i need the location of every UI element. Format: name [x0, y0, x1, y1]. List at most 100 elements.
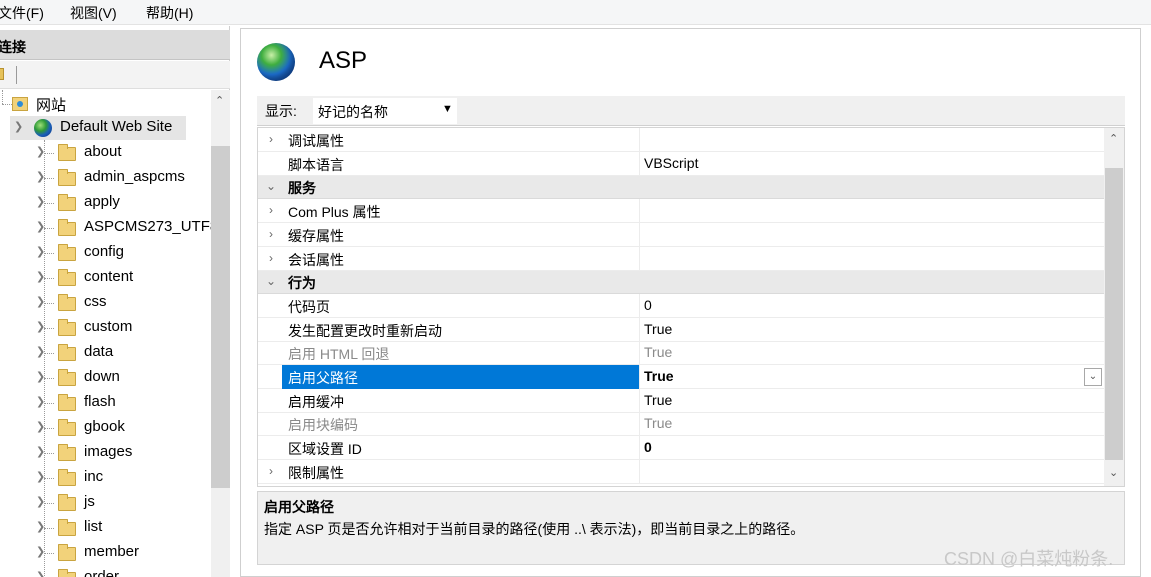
tree-node-label: admin_aspcms [84, 168, 185, 185]
property-value[interactable]: 0 [644, 439, 652, 455]
property-category[interactable]: ⌄ 行为 [258, 270, 1104, 295]
connect-folder-icon[interactable] [0, 68, 4, 80]
property-name: 调试属性 [288, 133, 344, 149]
chevron-right-icon[interactable]: ❯ [36, 145, 45, 158]
tree-node-label: down [84, 368, 120, 385]
tree-node-sites[interactable]: 网站 [0, 92, 210, 116]
chevron-right-icon[interactable]: › [264, 227, 278, 241]
display-dropdown[interactable]: 好记的名称 ▼ [313, 98, 457, 124]
tree-node-folder[interactable]: ❯ custom [36, 316, 212, 340]
tree-node-folder[interactable]: ❯ ASPCMS273_UTF8 [36, 216, 212, 240]
tree-node-folder[interactable]: ❯ list [36, 516, 212, 540]
chevron-right-icon[interactable]: ❯ [36, 445, 45, 458]
property-row[interactable]: 启用块编码 True [258, 412, 1104, 437]
property-row[interactable]: › Com Plus 属性 [258, 199, 1104, 224]
scroll-thumb[interactable] [1105, 168, 1123, 460]
property-row[interactable]: › 调试属性 [258, 128, 1104, 152]
property-row[interactable]: 启用缓冲 True [258, 388, 1104, 413]
value-dropdown-button[interactable]: ⌄ [1084, 368, 1102, 386]
chevron-right-icon[interactable]: ❯ [36, 520, 45, 533]
property-scrollbar[interactable]: ⌃ ⌄ [1104, 128, 1124, 486]
chevron-right-icon[interactable]: › [264, 464, 278, 478]
tree-node-folder[interactable]: ❯ about [36, 141, 212, 165]
tree-node-label: 网站 [36, 97, 67, 114]
chevron-right-icon[interactable]: ❯ [36, 495, 45, 508]
chevron-right-icon[interactable]: ❯ [36, 295, 45, 308]
tree-node-default-web-site[interactable]: ❯ Default Web Site [10, 116, 186, 140]
chevron-right-icon[interactable]: ❯ [36, 345, 45, 358]
tree-node-folder[interactable]: ❯ gbook [36, 416, 212, 440]
chevron-right-icon[interactable]: ❯ [36, 420, 45, 433]
chevron-right-icon[interactable]: ❯ [36, 170, 45, 183]
property-value[interactable]: True [644, 321, 672, 337]
menu-bar: 文件(F) 视图(V) 帮助(H) [0, 0, 1151, 25]
tree-line [44, 178, 54, 179]
chevron-right-icon[interactable]: ❯ [36, 370, 45, 383]
chevron-down-icon[interactable]: ⌄ [264, 274, 278, 288]
menu-help[interactable]: 帮助(H) [146, 3, 193, 23]
property-row[interactable]: › 限制属性 [258, 459, 1104, 484]
tree-node-folder[interactable]: ❯ member [36, 541, 212, 565]
tree-node-folder[interactable]: ❯ down [36, 366, 212, 390]
property-row[interactable]: 启用 HTML 回退 True [258, 341, 1104, 366]
property-value[interactable]: 0 [644, 297, 652, 313]
property-row[interactable]: › 缓存属性 [258, 222, 1104, 247]
chevron-down-icon[interactable]: ⌄ [264, 179, 278, 193]
chevron-right-icon[interactable]: ❯ [36, 570, 45, 577]
property-value[interactable]: True [644, 392, 672, 408]
chevron-right-icon[interactable]: › [264, 132, 278, 146]
property-row[interactable]: › 会话属性 [258, 246, 1104, 271]
chevron-right-icon[interactable]: ❯ [36, 395, 45, 408]
chevron-right-icon[interactable]: ❯ [36, 220, 45, 233]
property-category[interactable]: ⌄ 服务 [258, 175, 1104, 200]
chevron-right-icon[interactable]: ❯ [36, 270, 45, 283]
sites-folder-icon [12, 97, 28, 111]
tree-line [2, 104, 12, 105]
tree-node-folder[interactable]: ❯ config [36, 241, 212, 265]
chevron-down-icon[interactable]: ❯ [14, 120, 23, 133]
property-name: 脚本语言 [288, 156, 344, 173]
menu-view[interactable]: 视图(V) [70, 3, 117, 23]
scroll-up-icon[interactable]: ⌃ [215, 94, 224, 107]
property-name: 启用 HTML 回退 [288, 346, 390, 363]
folder-icon [58, 444, 76, 461]
tree-node-folder[interactable]: ❯ admin_aspcms [36, 166, 212, 190]
property-row[interactable]: 启用父路径 True ⌄ [258, 365, 1104, 389]
chevron-right-icon[interactable]: ❯ [36, 195, 45, 208]
tree-node-folder[interactable]: ❯ order [36, 566, 212, 577]
column-divider [639, 412, 640, 437]
property-row[interactable]: 脚本语言 VBScript [258, 151, 1104, 176]
chevron-right-icon[interactable]: ❯ [36, 545, 45, 558]
property-row[interactable]: 区域设置 ID 0 [258, 436, 1104, 461]
chevron-right-icon[interactable]: › [264, 251, 278, 265]
tree-node-folder[interactable]: ❯ inc [36, 466, 212, 490]
scroll-thumb[interactable] [211, 146, 230, 488]
property-name: 缓存属性 [288, 227, 344, 244]
tree-node-folder[interactable]: ❯ images [36, 441, 212, 465]
tree-scrollbar[interactable]: ⌃ [211, 90, 230, 577]
property-value[interactable]: VBScript [644, 155, 698, 171]
chevron-right-icon[interactable]: › [264, 203, 278, 217]
tree-node-label: data [84, 343, 114, 360]
chevron-right-icon[interactable]: ❯ [36, 320, 45, 333]
tree-node-folder[interactable]: ❯ flash [36, 391, 212, 415]
tree-node-folder[interactable]: ❯ css [36, 291, 212, 315]
property-value[interactable]: True [644, 415, 672, 431]
iis-manager-window: 文件(F) 视图(V) 帮助(H) 连接 网站 ❯ Default Web Si… [0, 0, 1151, 577]
column-divider [639, 436, 640, 461]
column-divider [639, 246, 640, 271]
property-row[interactable]: 代码页 0 [258, 293, 1104, 318]
chevron-right-icon[interactable]: ❯ [36, 470, 45, 483]
menu-file[interactable]: 文件(F) [0, 3, 44, 23]
property-value[interactable]: True [644, 368, 674, 384]
property-row[interactable]: 发生配置更改时重新启动 True [258, 317, 1104, 342]
tree-node-folder[interactable]: ❯ apply [36, 191, 212, 215]
property-name: 启用缓冲 [288, 393, 344, 410]
tree-node-folder[interactable]: ❯ content [36, 266, 212, 290]
chevron-right-icon[interactable]: ❯ [36, 245, 45, 258]
property-value[interactable]: True [644, 344, 672, 360]
tree-node-folder[interactable]: ❯ js [36, 491, 212, 515]
scroll-down-icon[interactable]: ⌄ [1109, 466, 1118, 479]
tree-node-folder[interactable]: ❯ data [36, 341, 212, 365]
scroll-up-icon[interactable]: ⌃ [1109, 132, 1118, 145]
